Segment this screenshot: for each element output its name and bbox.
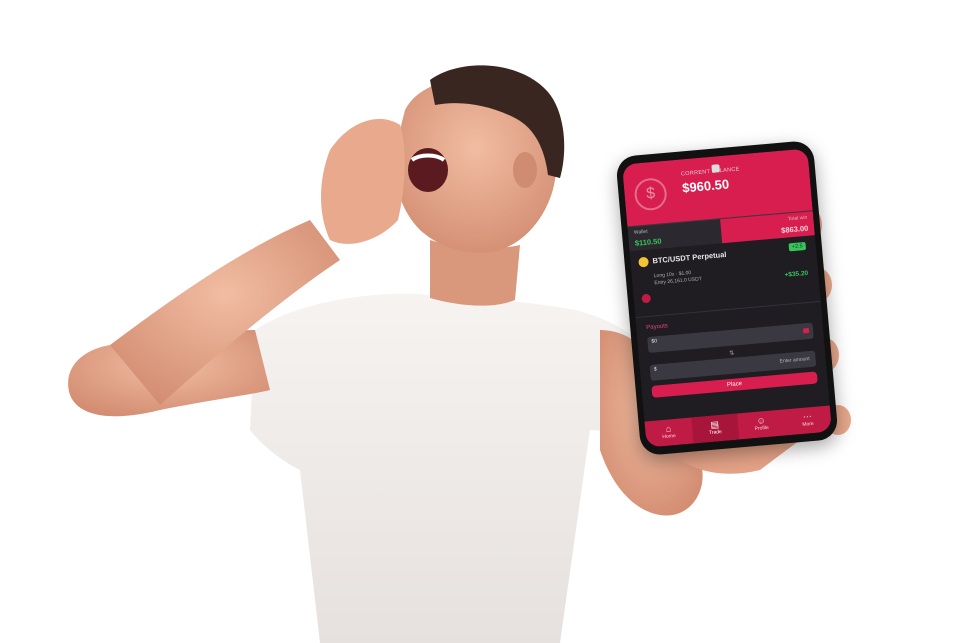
tab-label: More (802, 420, 815, 428)
swap-icon[interactable] (711, 164, 721, 173)
ear (513, 152, 537, 188)
tab-label: Trade (708, 428, 723, 437)
tab-home[interactable]: ⌂ Home (644, 418, 693, 448)
tab-profile[interactable]: ☺ Profile (737, 410, 786, 440)
tab-label: Profile (754, 424, 770, 433)
tab-label: Home (662, 433, 677, 441)
toggle-icon[interactable] (802, 327, 810, 334)
cupped-hand (321, 118, 405, 244)
balance-value: $960.50 (681, 176, 730, 196)
record-icon[interactable] (641, 293, 652, 304)
field-hint: Enter amount (779, 356, 810, 365)
payouts-panel: Payouts $0 ⇅ $ Enter amount Place (635, 302, 828, 407)
asset-badge: +2.5 (788, 241, 807, 252)
coin-icon (638, 256, 649, 268)
dollar-icon: $ (633, 176, 669, 212)
phone-screen: $ CORRENT BALANCE $960.50 Wallet $110.50… (621, 148, 833, 448)
phone: $ CORRENT BALANCE $960.50 Wallet $110.50… (615, 139, 839, 457)
balance-caption: CORRENT BALANCE (680, 166, 740, 178)
tab-bar: ⌂ Home ▤ Trade ☺ Profile ⋯ More (644, 405, 833, 448)
field-value: $0 (651, 338, 658, 345)
tab-more[interactable]: ⋯ More (783, 405, 832, 435)
asset-pnl: +$35.20 (784, 269, 809, 279)
tab-trade[interactable]: ▤ Trade (690, 413, 740, 444)
field-value: $ (653, 366, 657, 373)
asset-name: BTC/USDT Perpetual (652, 249, 727, 266)
